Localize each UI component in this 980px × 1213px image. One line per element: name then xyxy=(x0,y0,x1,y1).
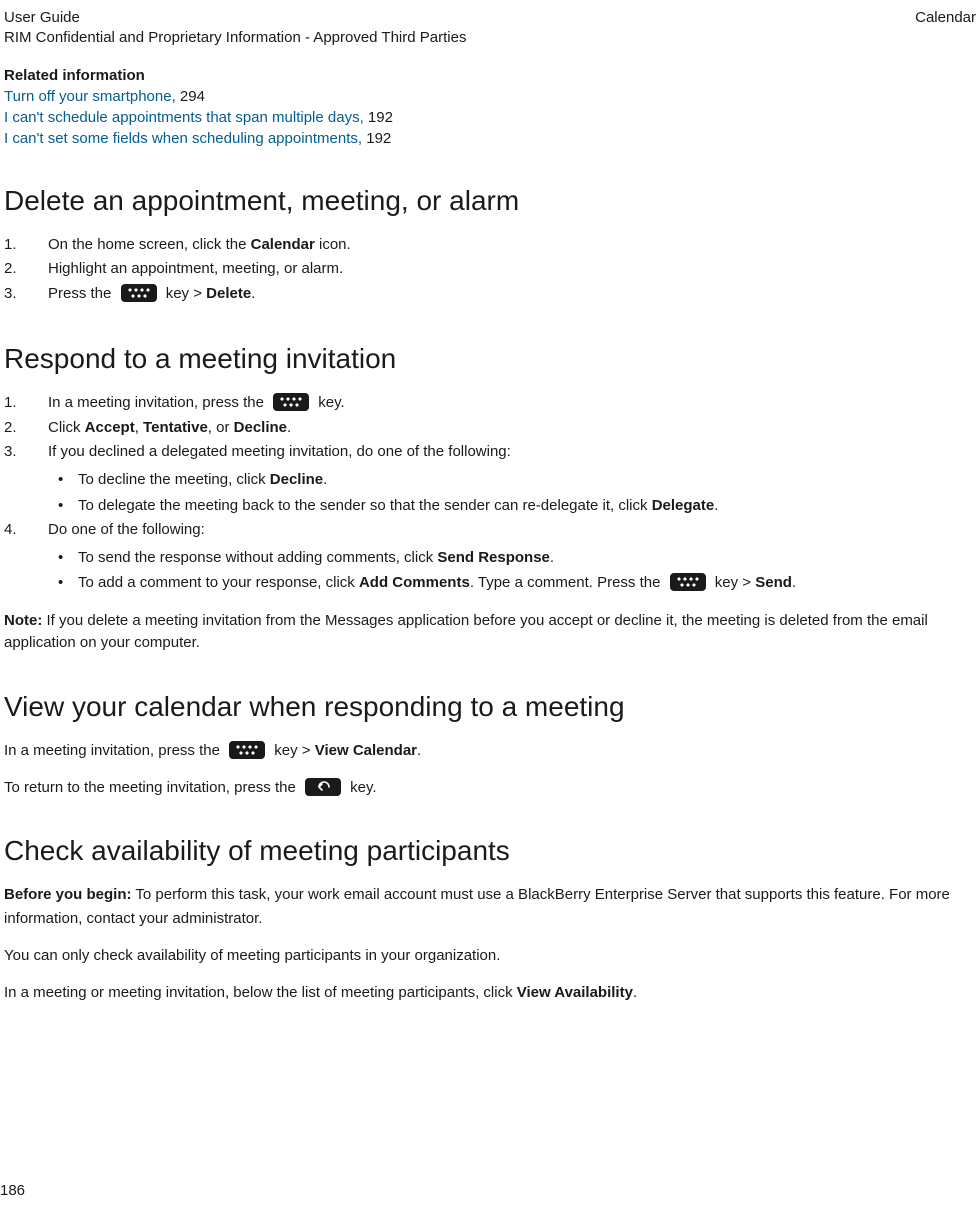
menu-key-icon xyxy=(273,393,309,411)
sub-bullets: To decline the meeting, click Decline. T… xyxy=(48,467,976,518)
list-item: If you declined a delegated meeting invi… xyxy=(4,440,976,518)
back-key-icon xyxy=(305,778,341,796)
related-link[interactable]: I can't schedule appointments that span … xyxy=(4,109,364,126)
header-subtitle: RIM Confidential and Proprietary Informa… xyxy=(4,28,466,48)
section-heading-view-calendar: View your calendar when responding to a … xyxy=(4,691,976,723)
related-page: 294 xyxy=(176,88,205,105)
list-item: In a meeting invitation, press the key. xyxy=(4,391,976,416)
related-info-heading: Related information xyxy=(4,67,976,84)
list-item: To add a comment to your response, click… xyxy=(48,570,976,596)
paragraph: In a meeting or meeting invitation, belo… xyxy=(4,981,976,1004)
menu-key-icon xyxy=(229,741,265,759)
menu-key-icon xyxy=(121,284,157,302)
respond-steps: In a meeting invitation, press the key. … xyxy=(4,391,976,596)
section-heading-availability: Check availability of meeting participan… xyxy=(4,835,976,867)
related-info-block: Related information Turn off your smartp… xyxy=(4,67,976,149)
list-item: On the home screen, click the Calendar i… xyxy=(4,233,976,258)
list-item: To delegate the meeting back to the send… xyxy=(48,493,976,519)
paragraph: Before you begin: To perform this task, … xyxy=(4,883,976,930)
paragraph: You can only check availability of meeti… xyxy=(4,944,976,967)
related-link[interactable]: I can't set some fields when scheduling … xyxy=(4,130,362,147)
section-heading-delete: Delete an appointment, meeting, or alarm xyxy=(4,185,976,217)
paragraph: In a meeting invitation, press the key >… xyxy=(4,739,976,762)
sub-bullets: To send the response without adding comm… xyxy=(48,545,976,596)
related-page: 192 xyxy=(362,130,391,147)
list-item: Press the key > Delete. xyxy=(4,282,976,307)
related-page: 192 xyxy=(364,109,393,126)
list-item: To decline the meeting, click Decline. xyxy=(48,467,976,493)
header-right: Calendar xyxy=(915,8,976,28)
delete-steps: On the home screen, click the Calendar i… xyxy=(4,233,976,307)
menu-key-icon xyxy=(670,573,706,591)
list-item: Click Accept, Tentative, or Decline. xyxy=(4,416,976,441)
list-item: Do one of the following: To send the res… xyxy=(4,518,976,596)
list-item: Highlight an appointment, meeting, or al… xyxy=(4,257,976,282)
paragraph: To return to the meeting invitation, pre… xyxy=(4,776,976,799)
section-heading-respond: Respond to a meeting invitation xyxy=(4,343,976,375)
page-header: User Guide RIM Confidential and Propriet… xyxy=(4,8,976,49)
page-number: 186 xyxy=(0,1182,25,1199)
list-item: To send the response without adding comm… xyxy=(48,545,976,571)
related-link[interactable]: Turn off your smartphone, xyxy=(4,88,176,105)
note-paragraph: Note: If you delete a meeting invitation… xyxy=(4,610,976,655)
header-left: User Guide RIM Confidential and Propriet… xyxy=(4,8,466,49)
header-title: User Guide xyxy=(4,8,466,28)
